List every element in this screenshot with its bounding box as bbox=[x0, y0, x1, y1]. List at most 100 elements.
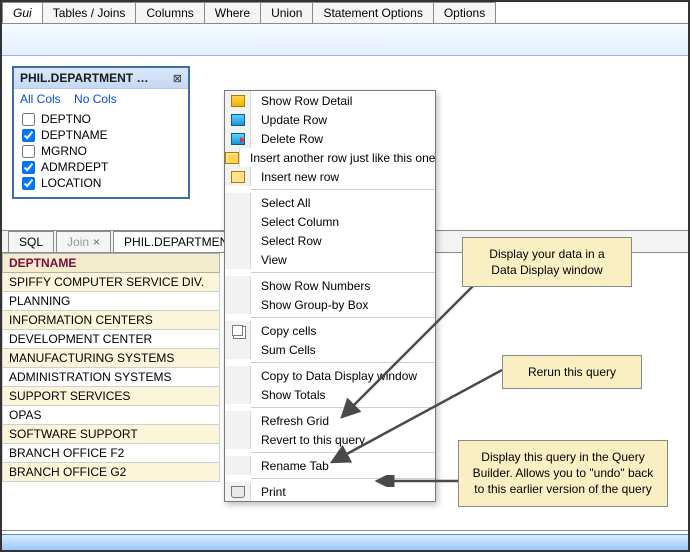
menu-item-label: Select All bbox=[251, 196, 435, 210]
column-list: DEPTNO DEPTNAME MGRNO ADMRDEPT LOCATION bbox=[14, 109, 188, 197]
table-row[interactable]: PLANNING bbox=[3, 292, 220, 311]
menu-item-label: Show Group-by Box bbox=[251, 298, 435, 312]
tab-options[interactable]: Options bbox=[433, 2, 496, 23]
menu-item[interactable]: Rename Tab bbox=[225, 456, 435, 475]
menu-item-label: View bbox=[251, 253, 435, 267]
column-checkbox[interactable] bbox=[22, 129, 35, 142]
table-row[interactable]: DEVELOPMENT CENTER bbox=[3, 330, 220, 349]
menu-item[interactable]: Insert new row bbox=[225, 167, 435, 186]
insnew-icon bbox=[231, 171, 245, 183]
close-icon[interactable]: × bbox=[93, 235, 100, 249]
menu-separator bbox=[251, 189, 435, 190]
table-row[interactable]: OPAS bbox=[3, 406, 220, 425]
menu-item[interactable]: Select Column bbox=[225, 212, 435, 231]
grid-cell[interactable]: SPIFFY COMPUTER SERVICE DIV. bbox=[3, 273, 220, 292]
print-icon bbox=[231, 486, 245, 498]
column-checkbox[interactable] bbox=[22, 177, 35, 190]
column-item: LOCATION bbox=[18, 175, 184, 191]
toolbar bbox=[2, 24, 688, 56]
column-label: ADMRDEPT bbox=[41, 160, 108, 174]
column-label: MGRNO bbox=[41, 144, 87, 158]
menu-separator bbox=[251, 317, 435, 318]
menu-item[interactable]: Delete Row bbox=[225, 129, 435, 148]
grid-cell[interactable]: PLANNING bbox=[3, 292, 220, 311]
grid-cell[interactable]: SUPPORT SERVICES bbox=[3, 387, 220, 406]
result-tab-sql[interactable]: SQL bbox=[8, 231, 54, 252]
column-item: MGRNO bbox=[18, 143, 184, 159]
menu-separator bbox=[251, 478, 435, 479]
close-icon[interactable]: ⊠ bbox=[173, 72, 182, 85]
menu-item[interactable]: Select All bbox=[225, 193, 435, 212]
result-tab-join[interactable]: Join× bbox=[56, 231, 111, 252]
result-grid[interactable]: DEPTNAME SPIFFY COMPUTER SERVICE DIV.PLA… bbox=[2, 253, 220, 482]
menu-item[interactable]: Insert another row just like this one bbox=[225, 148, 435, 167]
menu-item[interactable]: Print bbox=[225, 482, 435, 501]
menu-item[interactable]: Show Totals bbox=[225, 385, 435, 404]
menu-item-label: Sum Cells bbox=[251, 343, 435, 357]
column-checkbox[interactable] bbox=[22, 161, 35, 174]
column-checkbox[interactable] bbox=[22, 145, 35, 158]
menu-item[interactable]: Refresh Grid bbox=[225, 411, 435, 430]
table-row[interactable]: BRANCH OFFICE G2 bbox=[3, 463, 220, 482]
menu-item-label: Select Row bbox=[251, 234, 435, 248]
update-icon bbox=[231, 114, 245, 126]
menu-item[interactable]: Copy to Data Display window bbox=[225, 366, 435, 385]
delete-icon bbox=[231, 133, 245, 145]
table-row[interactable]: SOFTWARE SUPPORT bbox=[3, 425, 220, 444]
tab-gui[interactable]: Gui bbox=[2, 2, 43, 23]
callout-rerun-query: Rerun this query bbox=[502, 355, 642, 389]
menu-item[interactable]: Show Row Detail bbox=[225, 91, 435, 110]
menu-item[interactable]: Show Group-by Box bbox=[225, 295, 435, 314]
menu-item-label: Insert new row bbox=[251, 170, 435, 184]
all-cols-link[interactable]: All Cols bbox=[20, 92, 61, 106]
table-box-phil-department[interactable]: PHIL.DEPARTMENT … ⊠ All Cols No Cols DEP… bbox=[12, 66, 190, 199]
menu-item-label: Copy cells bbox=[251, 324, 435, 338]
menu-item-label: Delete Row bbox=[251, 132, 435, 146]
menu-separator bbox=[251, 452, 435, 453]
tab-where[interactable]: Where bbox=[204, 2, 261, 23]
no-cols-link[interactable]: No Cols bbox=[74, 92, 117, 106]
menu-separator bbox=[251, 362, 435, 363]
menu-item[interactable]: Show Row Numbers bbox=[225, 276, 435, 295]
table-row[interactable]: SUPPORT SERVICES bbox=[3, 387, 220, 406]
grid-cell[interactable]: INFORMATION CENTERS bbox=[3, 311, 220, 330]
menu-item[interactable]: View bbox=[225, 250, 435, 269]
table-row[interactable]: MANUFACTURING SYSTEMS bbox=[3, 349, 220, 368]
menu-item[interactable]: Select Row bbox=[225, 231, 435, 250]
menu-item-label: Show Totals bbox=[251, 388, 435, 402]
menu-item[interactable]: Update Row bbox=[225, 110, 435, 129]
grid-cell[interactable]: MANUFACTURING SYSTEMS bbox=[3, 349, 220, 368]
tab-tables-joins[interactable]: Tables / Joins bbox=[42, 2, 137, 23]
menu-item-label: Select Column bbox=[251, 215, 435, 229]
tab-columns[interactable]: Columns bbox=[135, 2, 204, 23]
grid-cell[interactable]: BRANCH OFFICE F2 bbox=[3, 444, 220, 463]
column-label: DEPTNO bbox=[41, 112, 91, 126]
table-row[interactable]: ADMINISTRATION SYSTEMS bbox=[3, 368, 220, 387]
context-menu[interactable]: Show Row DetailUpdate Row Delete Row Inser… bbox=[224, 90, 436, 502]
menu-separator bbox=[251, 407, 435, 408]
menu-item-label: Print bbox=[251, 485, 435, 499]
insdup-icon bbox=[225, 152, 239, 164]
menu-item-label: Insert another row just like this one bbox=[240, 151, 445, 165]
column-item: ADMRDEPT bbox=[18, 159, 184, 175]
menu-item[interactable]: Sum Cells bbox=[225, 340, 435, 359]
grid-cell[interactable]: BRANCH OFFICE G2 bbox=[3, 463, 220, 482]
grid-cell[interactable]: DEVELOPMENT CENTER bbox=[3, 330, 220, 349]
table-box-title: PHIL.DEPARTMENT … bbox=[20, 71, 148, 85]
table-row[interactable]: INFORMATION CENTERS bbox=[3, 311, 220, 330]
menu-item[interactable]: Revert to this query bbox=[225, 430, 435, 449]
menu-item[interactable]: Copy cells bbox=[225, 321, 435, 340]
callout-data-display: Display your data in a Data Display wind… bbox=[462, 237, 632, 287]
detail-icon bbox=[231, 95, 245, 107]
grid-cell[interactable]: ADMINISTRATION SYSTEMS bbox=[3, 368, 220, 387]
tab-union[interactable]: Union bbox=[260, 2, 313, 23]
table-row[interactable]: SPIFFY COMPUTER SERVICE DIV. bbox=[3, 273, 220, 292]
grid-cell[interactable]: OPAS bbox=[3, 406, 220, 425]
grid-cell[interactable]: SOFTWARE SUPPORT bbox=[3, 425, 220, 444]
table-row[interactable]: BRANCH OFFICE F2 bbox=[3, 444, 220, 463]
column-checkbox[interactable] bbox=[22, 113, 35, 126]
column-item: DEPTNAME bbox=[18, 127, 184, 143]
tab-statement-options[interactable]: Statement Options bbox=[312, 2, 433, 23]
grid-header[interactable]: DEPTNAME bbox=[3, 254, 220, 273]
column-label: DEPTNAME bbox=[41, 128, 108, 142]
